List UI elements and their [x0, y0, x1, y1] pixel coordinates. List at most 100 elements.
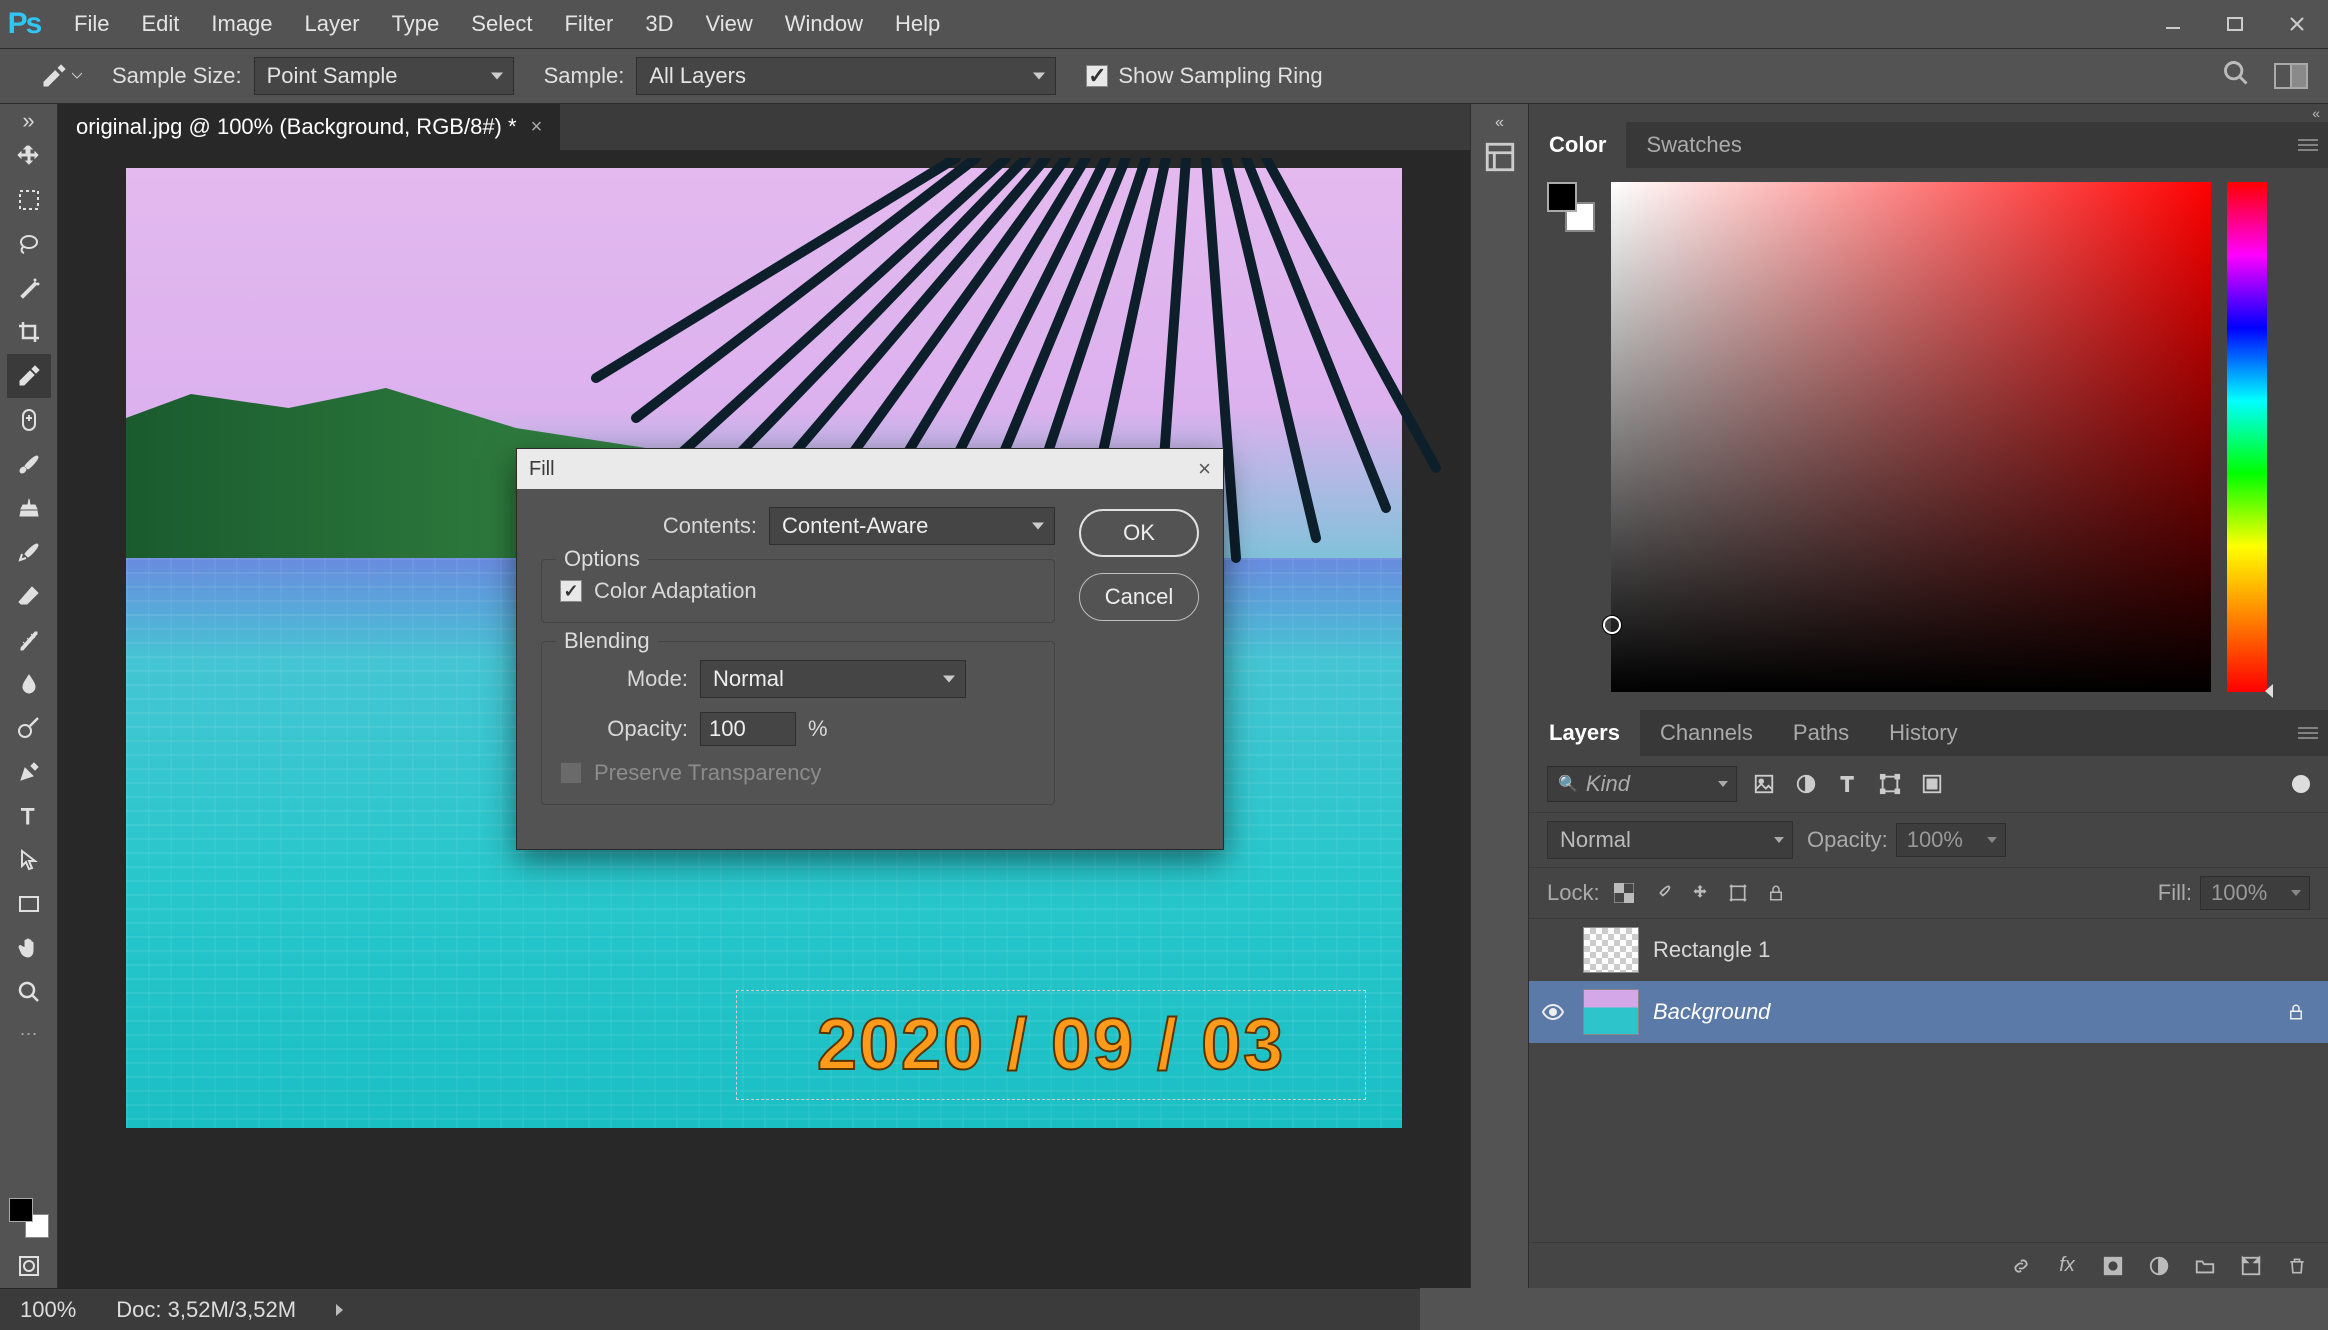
status-more-icon[interactable] [336, 1304, 343, 1316]
lock-position-icon[interactable] [1688, 881, 1712, 905]
tab-history[interactable]: History [1869, 710, 1977, 756]
brush-tool[interactable] [7, 442, 51, 486]
saturation-brightness-field[interactable] [1611, 182, 2211, 692]
menu-help[interactable]: Help [879, 0, 956, 48]
menu-select[interactable]: Select [455, 0, 548, 48]
sample-select[interactable]: All Layers [636, 57, 1056, 95]
menu-filter[interactable]: Filter [548, 0, 629, 48]
layer-style-icon[interactable]: fx [2054, 1253, 2080, 1279]
toolbox-more-icon[interactable]: ⋯ [20, 1024, 38, 1045]
menu-window[interactable]: Window [769, 0, 879, 48]
quick-mask-icon[interactable] [7, 1244, 51, 1288]
layer-name[interactable]: Rectangle 1 [1653, 937, 2310, 963]
menu-3d[interactable]: 3D [629, 0, 689, 48]
zoom-level[interactable]: 100% [20, 1297, 76, 1323]
layer-thumbnail[interactable] [1583, 989, 1639, 1035]
color-adaptation-checkbox[interactable]: ✓ Color Adaptation [560, 578, 1036, 604]
magic-wand-tool[interactable] [7, 266, 51, 310]
layer-item-rectangle1[interactable]: Rectangle 1 [1529, 919, 2328, 981]
blur-tool[interactable] [7, 662, 51, 706]
menu-image[interactable]: Image [195, 0, 288, 48]
panel-collapse-icon[interactable]: « [1529, 104, 2328, 122]
lock-all-icon[interactable] [1764, 881, 1788, 905]
color-panel-menu-icon[interactable] [2288, 122, 2328, 168]
menu-view[interactable]: View [689, 0, 768, 48]
rectangle-tool[interactable] [7, 882, 51, 926]
maximize-button[interactable] [2204, 3, 2266, 45]
close-dialog-icon[interactable]: × [1198, 456, 1211, 482]
eraser-tool[interactable] [7, 574, 51, 618]
layer-visibility-icon[interactable] [1537, 1000, 1569, 1024]
ok-button[interactable]: OK [1079, 509, 1199, 557]
workspace-switcher-icon[interactable] [2274, 63, 2308, 89]
marquee-tool[interactable] [7, 178, 51, 222]
link-layers-icon[interactable] [2008, 1253, 2034, 1279]
history-brush-tool[interactable] [7, 530, 51, 574]
clone-stamp-tool[interactable] [7, 486, 51, 530]
menu-file[interactable]: File [58, 0, 125, 48]
minimize-button[interactable] [2142, 3, 2204, 45]
new-layer-icon[interactable] [2238, 1253, 2264, 1279]
type-tool[interactable]: T [7, 794, 51, 838]
layer-opacity-input[interactable]: 100% [1896, 823, 2006, 857]
tab-channels[interactable]: Channels [1640, 710, 1773, 756]
lock-transparency-icon[interactable] [1612, 881, 1636, 905]
cancel-button[interactable]: Cancel [1079, 573, 1199, 621]
delete-layer-icon[interactable] [2284, 1253, 2310, 1279]
menu-layer[interactable]: Layer [289, 0, 376, 48]
show-sampling-ring-checkbox[interactable]: ✓ Show Sampling Ring [1086, 63, 1322, 89]
layer-kind-filter[interactable]: Kind [1547, 766, 1737, 802]
path-selection-tool[interactable] [7, 838, 51, 882]
filter-adjustment-icon[interactable] [1793, 771, 1819, 797]
layers-panel-menu-icon[interactable] [2288, 710, 2328, 756]
tab-paths[interactable]: Paths [1773, 710, 1869, 756]
lasso-tool[interactable] [7, 222, 51, 266]
opacity-input[interactable]: 100 [700, 712, 796, 746]
sample-size-select[interactable]: Point Sample [254, 57, 514, 95]
mode-select[interactable]: Normal [700, 660, 966, 698]
filter-pixel-icon[interactable] [1751, 771, 1777, 797]
tab-layers[interactable]: Layers [1529, 710, 1640, 756]
menu-edit[interactable]: Edit [125, 0, 195, 48]
layer-mask-icon[interactable] [2100, 1253, 2126, 1279]
gradient-tool[interactable] [7, 618, 51, 662]
fg-bg-swatch[interactable] [9, 1198, 49, 1238]
adjustment-layer-icon[interactable] [2146, 1253, 2172, 1279]
toolbox-expand-icon[interactable]: » [9, 112, 49, 130]
blend-mode-select[interactable]: Normal [1547, 821, 1793, 859]
document-tab[interactable]: original.jpg @ 100% (Background, RGB/8#)… [58, 104, 560, 150]
zoom-tool[interactable] [7, 970, 51, 1014]
healing-brush-tool[interactable] [7, 398, 51, 442]
filter-toggle-icon[interactable] [2292, 775, 2310, 793]
crop-tool[interactable] [7, 310, 51, 354]
contents-select[interactable]: Content-Aware [769, 507, 1055, 545]
fg-bg-swatch-panel[interactable] [1547, 182, 1595, 232]
tab-swatches[interactable]: Swatches [1626, 122, 1761, 168]
properties-panel-icon[interactable] [1483, 140, 1517, 174]
menu-type[interactable]: Type [376, 0, 456, 48]
layer-lock-icon[interactable] [2282, 1002, 2310, 1022]
eyedropper-tool-icon[interactable] [40, 58, 82, 94]
fill-dialog-titlebar[interactable]: Fill × [517, 449, 1223, 489]
lock-image-icon[interactable] [1650, 881, 1674, 905]
eyedropper-tool[interactable] [7, 354, 51, 398]
filter-type-icon[interactable]: T [1835, 771, 1861, 797]
canvas-viewport[interactable]: 2020 / 09 / 03 Fill × Contents: Content-… [58, 150, 1470, 1288]
dodge-tool[interactable] [7, 706, 51, 750]
lock-artboard-icon[interactable] [1726, 881, 1750, 905]
close-tab-icon[interactable]: × [531, 116, 543, 139]
group-layers-icon[interactable] [2192, 1253, 2218, 1279]
move-tool[interactable] [7, 134, 51, 178]
close-window-button[interactable] [2266, 3, 2328, 45]
layer-fill-input[interactable]: 100% [2200, 876, 2310, 910]
layer-name[interactable]: Background [1653, 999, 2268, 1025]
hand-tool[interactable] [7, 926, 51, 970]
layer-item-background[interactable]: Background [1529, 981, 2328, 1043]
expand-panels-icon[interactable]: « [1495, 114, 1504, 132]
filter-smartobject-icon[interactable] [1919, 771, 1945, 797]
tab-color[interactable]: Color [1529, 122, 1626, 168]
hue-slider[interactable] [2227, 182, 2267, 692]
pen-tool[interactable] [7, 750, 51, 794]
layer-thumbnail[interactable] [1583, 927, 1639, 973]
filter-shape-icon[interactable] [1877, 771, 1903, 797]
